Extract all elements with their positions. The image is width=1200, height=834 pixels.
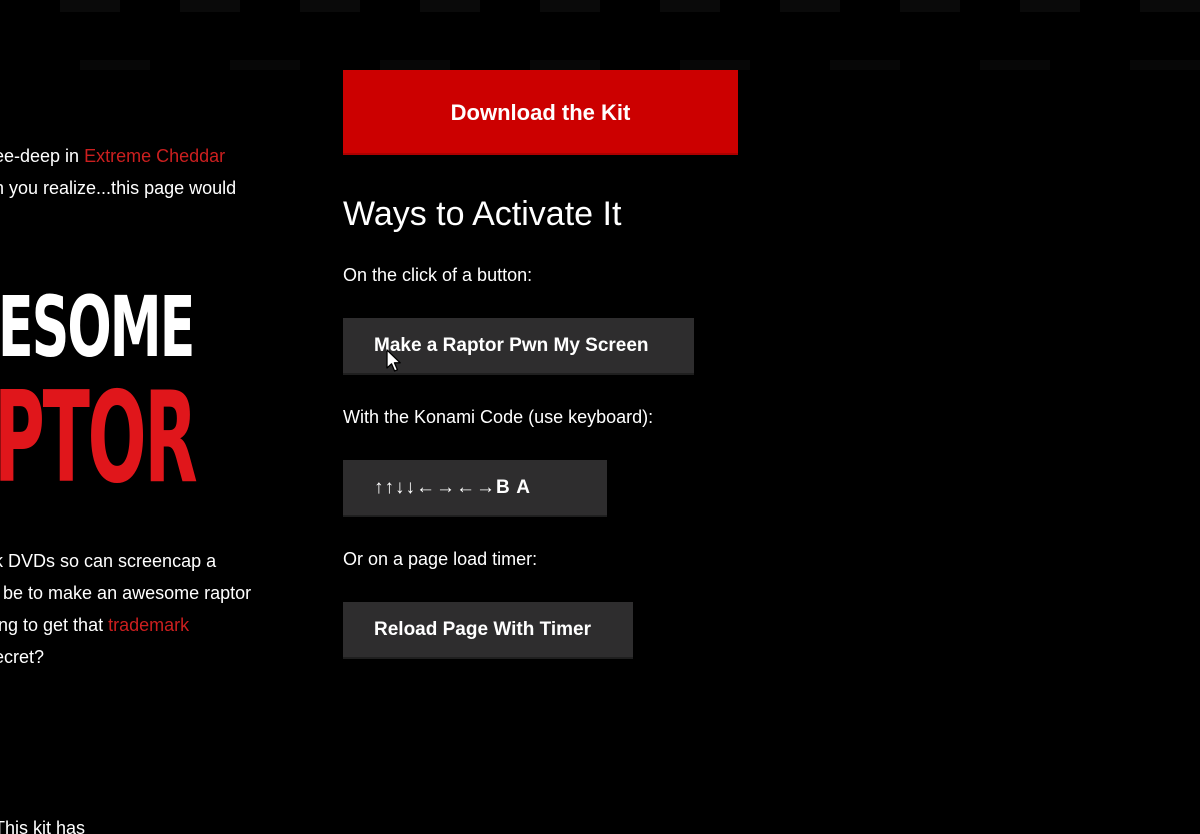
reload-timer-button[interactable]: Reload Page With Timer	[343, 602, 633, 659]
logo-word-raptor: PTOR	[0, 364, 198, 505]
konami-code-button[interactable]: ↑↑↓↓←→←→B A	[343, 460, 607, 517]
intro-line-1-text: ee-deep in	[0, 146, 85, 166]
trademark-link[interactable]: trademark	[108, 615, 189, 635]
raptor-pwn-button[interactable]: Make a Raptor Pwn My Screen	[343, 318, 694, 375]
story-line-4: ecret?	[0, 647, 45, 667]
left-content-column: ee-deep in Extreme Cheddar n you realize…	[0, 0, 310, 834]
logo-word-awesome: ESOME	[0, 285, 195, 376]
raptor-logo: ESOME PTOR	[0, 285, 300, 505]
story-line-2: l be to make an awesome raptor	[0, 583, 252, 603]
intro-paragraph: ee-deep in Extreme Cheddar n you realize…	[0, 140, 310, 204]
story-line-3: ing to get that trademark	[0, 609, 310, 641]
main-column: Download the Kit Ways to Activate It On …	[343, 0, 803, 834]
timer-label: Or on a page load timer:	[343, 549, 538, 569]
kit-paragraph: This kit has	[0, 812, 310, 834]
download-kit-button[interactable]: Download the Kit	[343, 70, 738, 155]
story-line-3-text: ing to get that	[0, 615, 109, 635]
section-title: Ways to Activate It	[343, 195, 622, 233]
extreme-cheddar-link[interactable]: Extreme Cheddar	[84, 146, 225, 166]
story-paragraph: k DVDs so can screencap a l be to make a…	[0, 545, 310, 673]
kit-line-1: This kit has	[0, 818, 86, 834]
page: ee-deep in Extreme Cheddar n you realize…	[0, 0, 1200, 834]
intro-line-1: ee-deep in Extreme Cheddar	[0, 140, 310, 172]
click-label: On the click of a button:	[343, 265, 533, 285]
story-line-1: k DVDs so can screencap a	[0, 551, 217, 571]
konami-label: With the Konami Code (use keyboard):	[343, 407, 654, 427]
intro-line-2: n you realize...this page would	[0, 178, 237, 198]
